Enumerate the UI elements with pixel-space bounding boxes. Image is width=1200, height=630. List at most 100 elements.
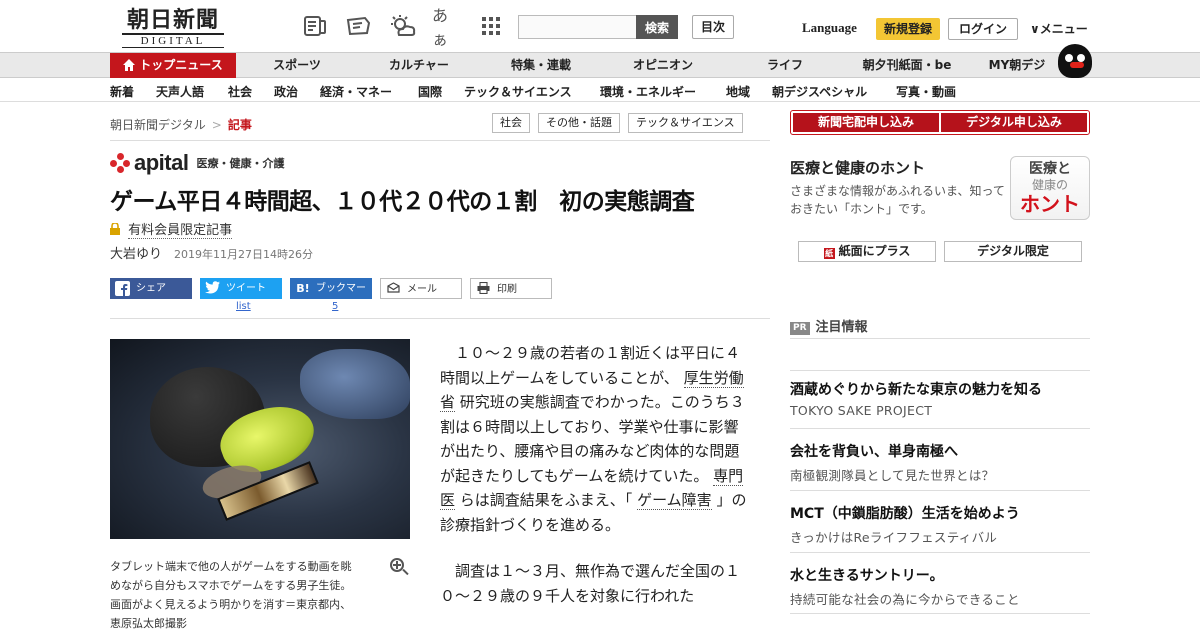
nav-my-asahi[interactable]: MY朝デジ: [980, 53, 1054, 79]
search-input[interactable]: [518, 15, 636, 39]
twitter-count-link[interactable]: list: [236, 301, 251, 312]
subnav-economy[interactable]: 経済・マネー: [320, 83, 392, 100]
mascot-eye: [1065, 54, 1073, 62]
divider: [790, 490, 1090, 491]
apital-brand[interactable]: apital 医療・健康・介護: [110, 150, 284, 176]
divider: [110, 318, 770, 319]
divider: [790, 338, 1090, 339]
mail-button[interactable]: メール: [380, 278, 462, 299]
toc-button[interactable]: 目次: [692, 15, 734, 39]
nav-label: トップニュース: [139, 58, 223, 72]
hatena-count-link[interactable]: 5: [332, 301, 338, 312]
menu-button[interactable]: ∨メニュー: [1030, 20, 1088, 37]
nav-opinion[interactable]: オピニオン: [620, 53, 706, 79]
divider: [790, 552, 1090, 553]
subscription-apply: 新聞宅配申し込み デジタル申し込み: [790, 110, 1090, 135]
asahi-logo[interactable]: 朝日新聞 DIGITAL: [118, 8, 228, 48]
nav-life[interactable]: ライフ: [752, 53, 818, 79]
twitter-tweet-button[interactable]: ツイート: [200, 278, 282, 299]
pr-item-title[interactable]: 会社を背負い、単身南極へ: [790, 441, 958, 461]
printer-icon: [476, 281, 491, 297]
zoom-in-icon[interactable]: [390, 558, 410, 578]
honto-logo-line3: ホント: [1020, 192, 1080, 216]
honto-description: さまざまな情報があふれるいま、知っておきたい「ホント」です。: [790, 184, 1005, 216]
sub-nav: 新着 天声人語 社会 政治 経済・マネー 国際 テック＆サイエンス 環境・エネル…: [0, 78, 1200, 102]
print-button[interactable]: 印刷: [470, 278, 552, 299]
pr-item-title[interactable]: 酒蔵めぐりから新たな東京の魅力を知る: [790, 379, 1042, 399]
hatena-b-icon: B!: [296, 282, 310, 295]
pr-item-subtitle: 南極観測隊員として見た世界とは？: [790, 468, 995, 483]
publish-date: 2019年11月27日14時26分: [174, 248, 313, 261]
hatena-bookmark-button[interactable]: B! ブックマーク: [290, 278, 372, 315]
nav-top-news[interactable]: トップニュース: [110, 53, 236, 79]
paper-plus-button[interactable]: 紙紙面にプラス: [798, 241, 936, 262]
honto-heading[interactable]: 医療と健康のホント: [790, 157, 925, 178]
facebook-share-button[interactable]: シェア: [110, 278, 192, 299]
body-text: 研究班の実態調査でわかった。このうち３割は６時間以上しており、学業や仕事に影響が…: [440, 393, 745, 485]
nav-features[interactable]: 特集・連載: [498, 53, 584, 79]
breadcrumb-current: 記事: [227, 118, 252, 132]
weather-icon[interactable]: [388, 12, 418, 40]
facebook-share-label: シェア: [136, 283, 166, 294]
mail-megaphone-icon[interactable]: [344, 12, 374, 40]
header-icons: あぁ: [300, 6, 506, 49]
tag-other-topics[interactable]: その他・話題: [538, 113, 620, 133]
subnav-politics[interactable]: 政治: [274, 83, 298, 100]
logo-digital: DIGITAL: [122, 33, 224, 48]
mascot-beak: [1070, 62, 1084, 68]
nav-sports[interactable]: スポーツ: [258, 53, 336, 79]
tag-tech-science[interactable]: テック＆サイエンス: [628, 113, 743, 133]
search-button[interactable]: 検索: [636, 15, 678, 39]
tag-society[interactable]: 社会: [492, 113, 530, 133]
article-photo[interactable]: [110, 339, 410, 539]
honto-logo[interactable]: 医療と 健康の ホント: [1010, 156, 1090, 220]
paper-plus-label: 紙面にプラス: [838, 244, 911, 258]
paid-member-text[interactable]: 有料会員限定記事: [128, 223, 233, 239]
apps-grid-icon[interactable]: [476, 12, 506, 40]
author: 大岩ゆり: [110, 247, 163, 262]
logo-japanese: 朝日新聞: [126, 7, 219, 33]
print-label: 印刷: [497, 284, 517, 295]
apital-wordmark: apital: [134, 150, 189, 175]
language-link[interactable]: Language: [802, 20, 857, 36]
pr-item-title[interactable]: 水と生きるサントリー。: [790, 565, 944, 585]
login-button[interactable]: ログイン: [948, 18, 1018, 40]
digital-only-button[interactable]: デジタル限定: [944, 241, 1082, 262]
subnav-latest[interactable]: 新着: [110, 83, 134, 100]
pr-item-subtitle: 持続可能な社会の為に今からできること: [790, 592, 1020, 607]
breadcrumb-separator: >: [211, 118, 222, 132]
subnav-photo-video[interactable]: 写真・動画: [896, 83, 956, 100]
keyword-link-gaming-disorder[interactable]: ゲーム障害: [637, 491, 712, 510]
subnav-environment[interactable]: 環境・エネルギー: [600, 83, 696, 100]
register-button[interactable]: 新規登録: [876, 18, 940, 40]
mascot-icon[interactable]: [1058, 44, 1092, 78]
article-paragraph: １０～２９歳の若者の１割近くは平日に４時間以上ゲームをしていることが、 厚生労働…: [440, 341, 752, 537]
breadcrumb: 朝日新聞デジタル > 記事: [110, 116, 252, 133]
pr-item-title[interactable]: MCT（中鎖脂肪酸）生活を始めよう: [790, 503, 1020, 523]
subnav-tenseijingo[interactable]: 天声人語: [156, 83, 204, 100]
paid-member-label: 有料会員限定記事: [110, 219, 233, 239]
pr-heading-text: 注目情報: [815, 320, 868, 335]
article-title: ゲーム平日４時間超、１０代２０代の１割 初の実態調査: [110, 189, 695, 215]
subnav-society[interactable]: 社会: [228, 83, 252, 100]
site-header: 朝日新聞 DIGITAL あぁ 検索 目次 Language 新規登録 ログイン…: [0, 0, 1200, 52]
apply-digital-button[interactable]: デジタル申し込み: [941, 113, 1087, 132]
nav-culture[interactable]: カルチャー: [374, 53, 464, 79]
nav-paper[interactable]: 朝夕刊紙面・be: [852, 53, 962, 79]
byline: 大岩ゆり 2019年11月27日14時26分: [110, 243, 313, 262]
divider: [790, 613, 1090, 614]
apply-home-delivery-button[interactable]: 新聞宅配申し込み: [793, 113, 939, 132]
text-size-icon[interactable]: あぁ: [432, 6, 462, 49]
mascot-eye: [1077, 54, 1085, 62]
subnav-international[interactable]: 国際: [418, 83, 442, 100]
photo-caption: タブレット端末で他の人がゲームをする動画を眺 めながら自分もスマホでゲームをする…: [110, 557, 386, 630]
mail-icon: [386, 282, 401, 297]
caption-line: タブレット端末で他の人がゲームをする動画を眺: [110, 560, 352, 573]
photo-pillow: [300, 349, 410, 419]
subnav-special[interactable]: 朝デジスペシャル: [772, 83, 867, 100]
breadcrumb-home[interactable]: 朝日新聞デジタル: [110, 118, 206, 132]
newspaper-icon[interactable]: [300, 12, 330, 40]
honto-logo-line2: 健康の: [1031, 178, 1068, 192]
subnav-region[interactable]: 地域: [726, 83, 750, 100]
subnav-tech-science[interactable]: テック＆サイエンス: [464, 83, 572, 100]
